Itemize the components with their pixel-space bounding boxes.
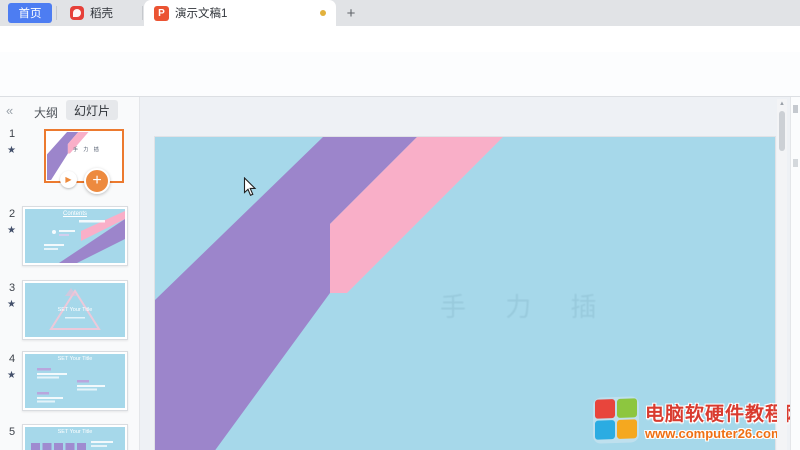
clipped-panel-icon	[793, 159, 798, 167]
slide1-mini-graphic	[47, 132, 121, 180]
animation-star-icon: ★	[7, 299, 16, 310]
tab-slides[interactable]: 幻灯片	[66, 100, 118, 120]
new-tab-button[interactable]: +	[340, 3, 362, 23]
document-tab[interactable]: P 演示文稿1	[144, 0, 336, 26]
clipped-right-panel	[790, 97, 800, 450]
docer-tab[interactable]: 稻壳	[60, 0, 123, 26]
docer-tab-label: 稻壳	[90, 5, 113, 21]
slide-thumbnail-panel: « 大纲 幻灯片 1 ★ 手 力 插 ▶ + 2 ★	[0, 97, 140, 450]
tab-separator	[56, 6, 57, 20]
scrollbar-up-arrow-icon[interactable]: ▲	[777, 99, 787, 109]
plus-icon: +	[92, 172, 101, 190]
docer-icon	[70, 6, 84, 20]
window-tab-bar: 首页 稻壳 P 演示文稿1 +	[0, 0, 800, 26]
ribbon-toolbar: 粘贴▾ ✂剪切 复制 格式刷 当页开始▾ 新建幻灯片▾ 版式▾	[0, 52, 800, 97]
slide-number: 4	[9, 353, 15, 365]
tab-outline[interactable]: 大纲	[34, 104, 58, 121]
slide2-thumb-title: Contents	[63, 211, 87, 217]
play-icon: ▶	[65, 175, 71, 184]
animation-star-icon: ★	[7, 370, 16, 381]
slide-number: 2	[9, 208, 15, 220]
mouse-cursor	[243, 177, 257, 197]
slide-thumbnail-4[interactable]: SET Your Title	[22, 351, 128, 411]
wps-presentation-icon: P	[154, 6, 169, 21]
wps-presentation-window: 首页 稻壳 P 演示文稿1 + 文件 ▾ 自动保存 ↺ ▾ ↻ ▾ 开始 插入 …	[0, 0, 800, 450]
slide-thumbnail-1[interactable]: 手 力 插	[44, 129, 124, 183]
home-tab-button[interactable]: 首页	[8, 3, 52, 23]
collapse-panel-icon[interactable]: «	[6, 103, 13, 118]
add-slide-button[interactable]: +	[84, 168, 110, 194]
slide-thumbnail-5[interactable]: SET Your Title	[22, 424, 128, 450]
play-slide-button[interactable]: ▶	[60, 171, 77, 188]
faint-slide-text: 手 力 插	[440, 287, 612, 324]
unsaved-indicator-dot	[320, 10, 326, 16]
slide5-thumb-title: SET Your Title	[58, 429, 93, 435]
slide-thumbnail-2[interactable]: Contents	[22, 206, 128, 266]
slide-number: 1	[9, 128, 15, 140]
tab-separator	[142, 6, 143, 20]
watermark: 电脑软硬件教程网 电脑软硬件教程网 www.computer26.com	[593, 393, 798, 447]
slide-number: 5	[9, 426, 15, 438]
slide-number: 3	[9, 282, 15, 294]
slide-thumbnail-3[interactable]: SET Your Title	[22, 280, 128, 340]
clipped-panel-icon	[793, 105, 798, 113]
watermark-logo-icon	[593, 396, 639, 444]
canvas-vertical-scrollbar[interactable]: ▲	[777, 99, 787, 450]
slide2-mini-graphic	[25, 209, 125, 263]
slide3-thumb-title: SET Your Title	[58, 307, 93, 313]
document-tab-title: 演示文稿1	[175, 5, 314, 21]
slide4-mini-graphic	[25, 354, 125, 408]
animation-star-icon: ★	[7, 145, 16, 156]
menu-bar: 文件 ▾ 自动保存 ↺ ▾ ↻ ▾ 开始 插入 设计 切换 动画 放映 审阅 视…	[0, 26, 800, 52]
scrollbar-thumb[interactable]	[779, 111, 785, 151]
slide4-thumb-title: SET Your Title	[58, 356, 93, 362]
animation-star-icon: ★	[7, 225, 16, 236]
slide1-thumb-text: 手 力 插	[73, 146, 101, 153]
